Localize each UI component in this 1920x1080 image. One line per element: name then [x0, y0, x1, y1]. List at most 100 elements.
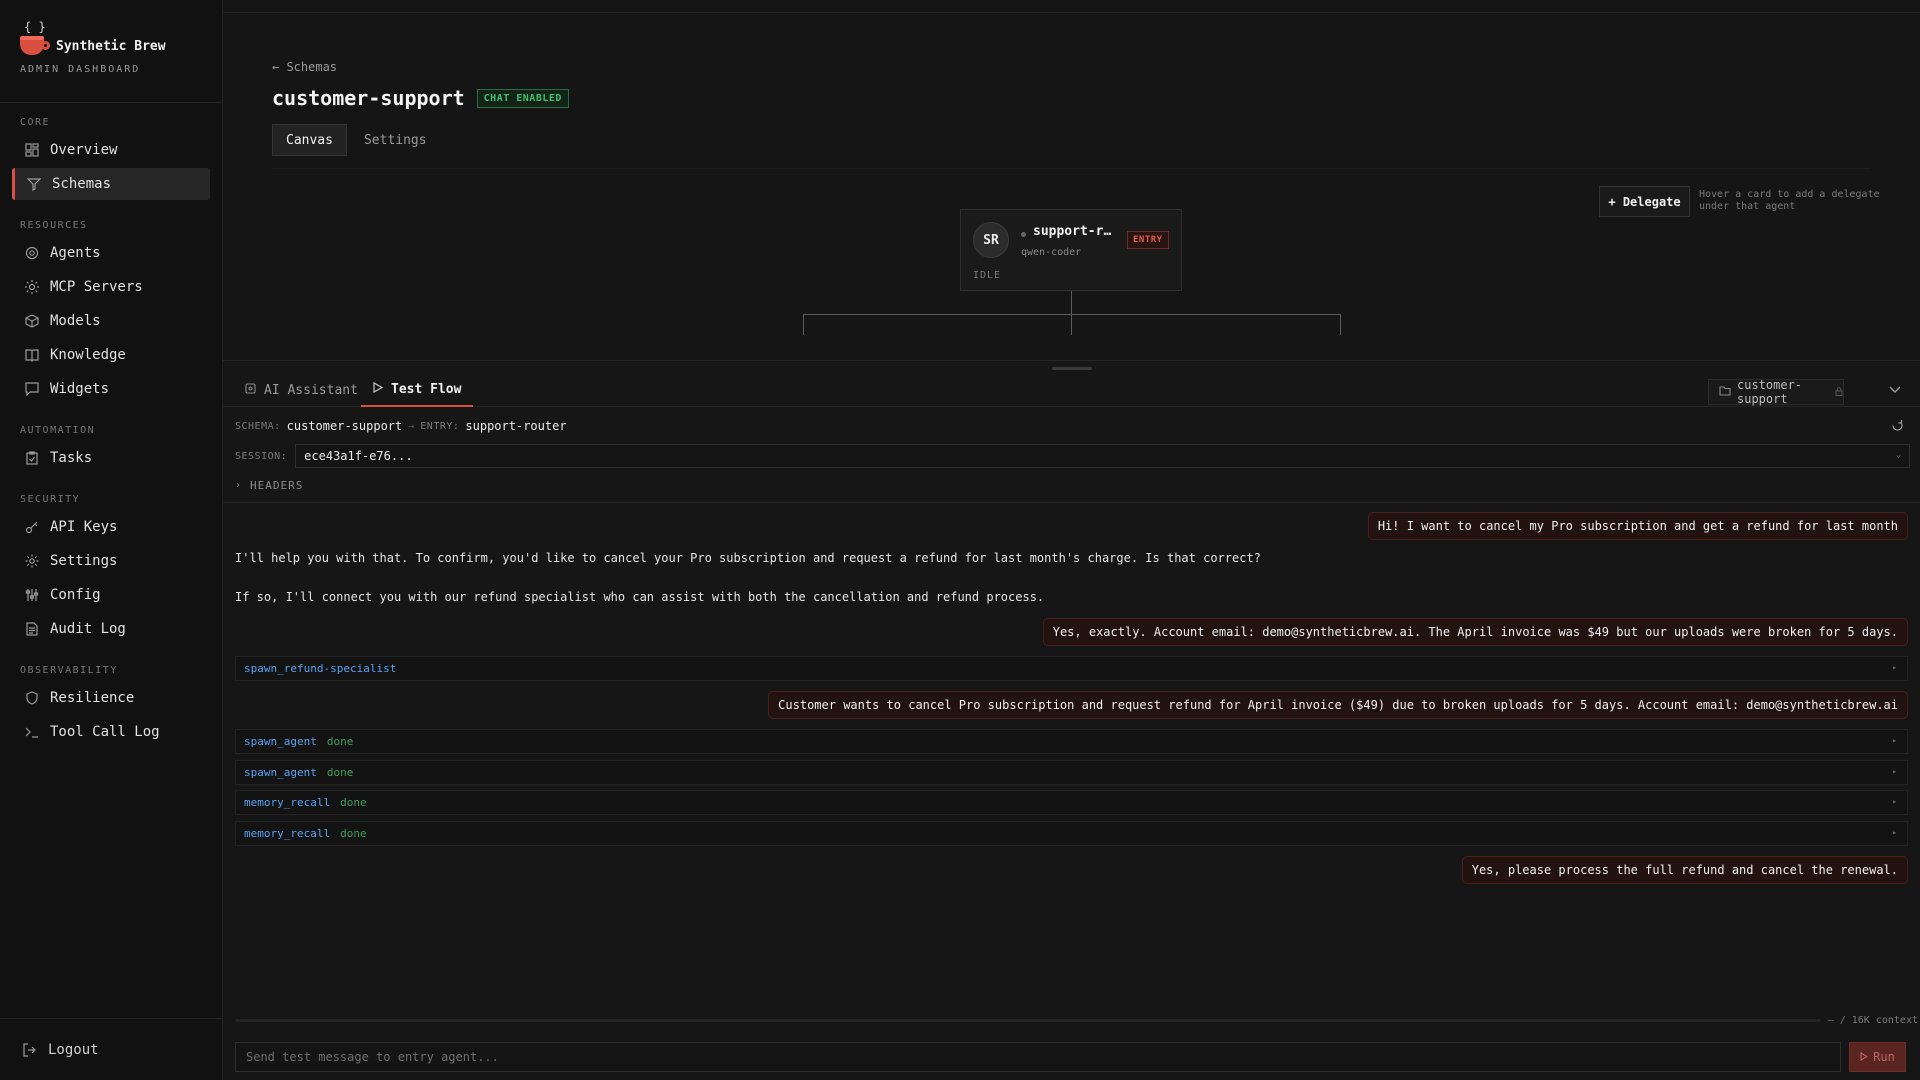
tab-label: AI Assistant: [264, 382, 358, 398]
logout-icon: [22, 1042, 38, 1058]
clipboard-icon: [24, 450, 40, 466]
play-icon: [1860, 1050, 1869, 1064]
tool-call-row[interactable]: memory_recall done ▸: [235, 821, 1908, 846]
key-icon: [24, 519, 40, 535]
tab-label: Test Flow: [391, 381, 462, 397]
sidebar-item-overview[interactable]: Overview: [12, 134, 210, 166]
connector-line: [1340, 314, 1341, 335]
agent-card[interactable]: SR support-r… qwen-coder ENTRY IDLE: [960, 209, 1182, 291]
sidebar-item-label: Overview: [50, 142, 118, 158]
chevron-right-icon: ▸: [1892, 663, 1897, 672]
sidebar: { } Synthetic Brew ADMIN DASHBOARD CORE …: [0, 0, 223, 1080]
session-value: ece43a1f-e76...: [304, 449, 413, 463]
panel-tabs: AI Assistant Test Flow: [223, 373, 1920, 407]
tab-settings[interactable]: Settings: [351, 124, 440, 156]
chat-icon: [24, 381, 40, 397]
resize-handle[interactable]: [1052, 367, 1092, 370]
lock-icon: [1835, 385, 1843, 399]
gear-icon: [24, 245, 40, 261]
sidebar-item-label: Resilience: [50, 690, 135, 706]
connector-line: [1071, 291, 1072, 335]
sidebar-item-audit-log[interactable]: Audit Log: [12, 613, 210, 645]
tab-canvas[interactable]: Canvas: [272, 124, 347, 156]
breadcrumb-back-link[interactable]: ← Schemas: [272, 60, 569, 74]
agent-state: IDLE: [973, 270, 1002, 281]
nav-section-security: SECURITY: [20, 494, 81, 505]
session-select[interactable]: ece43a1f-e76... ⌄: [295, 444, 1911, 468]
tool-call-row[interactable]: spawn_agent done ▸: [235, 760, 1908, 785]
folder-icon: [1719, 385, 1731, 399]
context-usage-label: — / 16K context: [1827, 1015, 1918, 1026]
tool-name: memory_recall: [244, 827, 331, 840]
page-tabs: Canvas Settings: [272, 124, 569, 156]
tool-call-row[interactable]: memory_recall done ▸: [235, 790, 1908, 815]
sidebar-item-knowledge[interactable]: Knowledge: [12, 339, 210, 371]
sidebar-item-label: Settings: [50, 553, 118, 569]
logout-button[interactable]: Logout: [0, 1018, 222, 1080]
delegate-hint: Hover a card to add a delegate under tha…: [1699, 189, 1880, 212]
sidebar-item-config[interactable]: Config: [12, 579, 210, 611]
context-usage-bar: [235, 1019, 1821, 1022]
tool-status: done: [340, 827, 367, 840]
sidebar-item-label: Widgets: [50, 381, 110, 397]
schema-selector[interactable]: customer-support: [1708, 378, 1844, 406]
grid-icon: [24, 142, 40, 158]
headers-toggle[interactable]: › HEADERS: [235, 479, 303, 492]
chevron-down-icon[interactable]: [1889, 383, 1901, 397]
brand: { } Synthetic Brew ADMIN DASHBOARD: [0, 0, 222, 103]
sidebar-item-settings[interactable]: Settings: [12, 545, 210, 577]
test-panel: AI Assistant Test Flow customer-support …: [223, 360, 1920, 1080]
tab-ai-assistant[interactable]: AI Assistant: [245, 373, 358, 407]
entry-value: support-router: [465, 419, 567, 433]
tool-name: spawn_refund-specialist: [244, 662, 397, 675]
chevron-right-icon: ▸: [1892, 767, 1897, 776]
sidebar-item-mcp-servers[interactable]: MCP Servers: [12, 271, 210, 303]
tool-status: done: [326, 735, 354, 748]
agent-model: qwen-coder: [1021, 247, 1082, 258]
sidebar-item-models[interactable]: Models: [12, 305, 210, 337]
tool-status: done: [326, 766, 354, 779]
sidebar-item-api-keys[interactable]: API Keys: [12, 511, 210, 543]
sidebar-item-label: Audit Log: [50, 621, 126, 637]
status-dot-icon: [1021, 232, 1026, 237]
tool-name: memory_recall: [244, 796, 331, 809]
sidebar-item-widgets[interactable]: Widgets: [12, 373, 210, 405]
sidebar-item-agents[interactable]: Agents: [12, 237, 210, 269]
schema-key: SCHEMA:: [235, 420, 281, 432]
sidebar-item-tasks[interactable]: Tasks: [12, 442, 210, 474]
session-key: SESSION:: [235, 450, 288, 462]
schema-chip-label: customer-support: [1737, 378, 1803, 406]
sidebar-item-label: API Keys: [50, 519, 118, 535]
sidebar-item-label: Schemas: [52, 176, 112, 192]
canvas-divider: [272, 168, 1871, 169]
coffee-cup-logo-icon: [20, 36, 50, 56]
sidebar-item-label: MCP Servers: [50, 279, 143, 295]
sidebar-item-resilience[interactable]: Resilience: [12, 682, 210, 714]
tab-test-flow[interactable]: Test Flow: [361, 373, 474, 407]
sidebar-item-schemas[interactable]: Schemas: [12, 168, 210, 200]
sidebar-item-tool-call-log[interactable]: Tool Call Log: [12, 716, 210, 748]
run-button[interactable]: Run: [1849, 1042, 1906, 1072]
delegate-button[interactable]: + Delegate: [1599, 186, 1690, 217]
document-icon: [24, 621, 40, 637]
sidebar-item-label: Models: [50, 313, 101, 329]
sidebar-item-label: Tasks: [50, 450, 93, 466]
shield-icon: [24, 690, 40, 706]
user-message: Customer wants to cancel Pro subscriptio…: [768, 691, 1908, 719]
brand-braces: { }: [24, 20, 46, 34]
agent-name: support-r…: [1033, 224, 1112, 239]
sidebar-item-label: Tool Call Log: [50, 724, 160, 740]
nav-section-resources: RESOURCES: [20, 220, 88, 231]
schema-value: customer-support: [286, 419, 403, 433]
chevron-right-icon: ›: [235, 480, 243, 491]
schema-meta: SCHEMA: customer-support → ENTRY: suppor…: [235, 419, 567, 433]
test-message-input[interactable]: [235, 1042, 1841, 1072]
tool-call-row[interactable]: spawn_agent done ▸: [235, 729, 1908, 754]
entry-key: ENTRY:: [420, 420, 460, 432]
play-icon: [373, 381, 384, 397]
refresh-icon[interactable]: [1891, 419, 1904, 436]
tool-call-row[interactable]: spawn_refund-specialist ▸: [235, 656, 1908, 681]
tool-status: done: [340, 796, 367, 809]
top-bar: [223, 0, 1920, 13]
sliders-icon: [24, 587, 40, 603]
